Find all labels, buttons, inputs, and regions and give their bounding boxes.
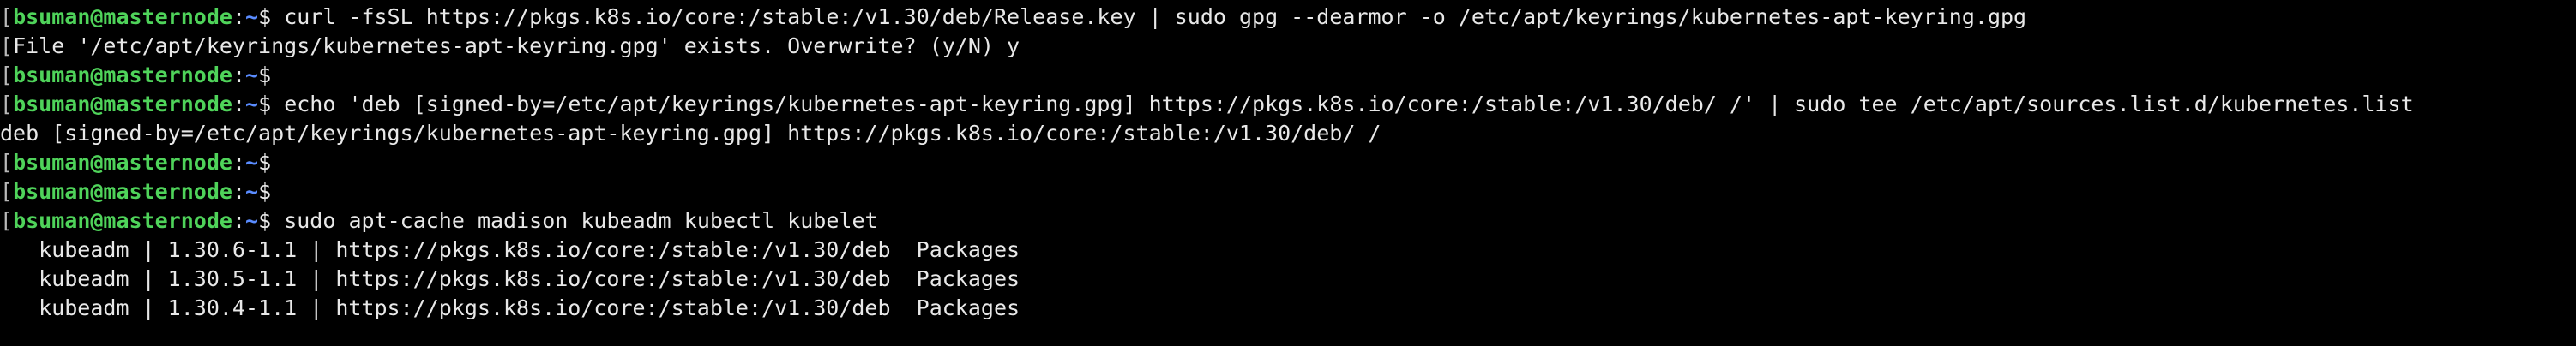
terminal-line-output: kubeadm | 1.30.5-1.1 | https://pkgs.k8s.… (0, 265, 2576, 294)
terminal-line-output: [File '/etc/apt/keyrings/kubernetes-apt-… (0, 32, 2576, 61)
terminal-line-prompt: [bsuman@masternode:~$ curl -fsSL https:/… (0, 3, 2576, 32)
prompt-user-host: bsuman@masternode (13, 208, 232, 233)
prompt-bracket: [ (0, 63, 14, 87)
prompt-bracket: [ (0, 179, 14, 204)
command-text: curl -fsSL https://pkgs.k8s.io/core:/sta… (284, 4, 2027, 29)
terminal-line-prompt: [bsuman@masternode:~$ echo 'deb [signed-… (0, 90, 2576, 119)
prompt-symbol: $ (258, 150, 272, 175)
prompt-separator: : (232, 63, 245, 87)
prompt-separator: : (232, 4, 245, 29)
prompt-symbol: $ (258, 63, 272, 87)
prompt-bracket: [ (0, 150, 14, 175)
prompt-user-host: bsuman@masternode (13, 63, 232, 87)
prompt-bracket: [ (0, 208, 14, 233)
prompt-user-host: bsuman@masternode (13, 150, 232, 175)
prompt-cwd: ~ (245, 208, 259, 233)
terminal-line-prompt: [bsuman@masternode:~$ sudo apt-cache mad… (0, 206, 2576, 236)
output-bracket: [ (0, 33, 14, 58)
prompt-bracket: [ (0, 4, 14, 29)
prompt-user-host: bsuman@masternode (13, 92, 232, 116)
prompt-separator: : (232, 208, 245, 233)
prompt-cwd: ~ (245, 92, 259, 116)
terminal-line-prompt: [bsuman@masternode:~$ (0, 61, 2576, 90)
prompt-user-host: bsuman@masternode (13, 4, 232, 29)
prompt-symbol: $ (258, 4, 272, 29)
output-text: kubeadm | 1.30.6-1.1 | https://pkgs.k8s.… (0, 237, 1020, 262)
command-text: echo 'deb [signed-by=/etc/apt/keyrings/k… (284, 92, 2414, 116)
terminal-line-output: deb [signed-by=/etc/apt/keyrings/kuberne… (0, 119, 2576, 148)
prompt-separator: : (232, 150, 245, 175)
output-text: deb [signed-by=/etc/apt/keyrings/kuberne… (0, 121, 1381, 146)
prompt-cwd: ~ (245, 150, 259, 175)
prompt-symbol: $ (258, 179, 272, 204)
output-text: kubeadm | 1.30.5-1.1 | https://pkgs.k8s.… (0, 266, 1020, 291)
terminal-line-prompt: [bsuman@masternode:~$ (0, 148, 2576, 177)
prompt-user-host: bsuman@masternode (13, 179, 232, 204)
terminal-line-output: kubeadm | 1.30.6-1.1 | https://pkgs.k8s.… (0, 236, 2576, 265)
prompt-symbol: $ (258, 208, 272, 233)
command-text: sudo apt-cache madison kubeadm kubectl k… (284, 208, 878, 233)
terminal-line-prompt: [bsuman@masternode:~$ (0, 177, 2576, 206)
prompt-symbol: $ (258, 92, 272, 116)
prompt-cwd: ~ (245, 4, 259, 29)
prompt-separator: : (232, 92, 245, 116)
terminal-window[interactable]: [bsuman@masternode:~$ curl -fsSL https:/… (0, 0, 2576, 346)
prompt-cwd: ~ (245, 63, 259, 87)
output-text: kubeadm | 1.30.4-1.1 | https://pkgs.k8s.… (0, 295, 1020, 320)
prompt-cwd: ~ (245, 179, 259, 204)
terminal-line-output: kubeadm | 1.30.4-1.1 | https://pkgs.k8s.… (0, 294, 2576, 323)
output-text: File '/etc/apt/keyrings/kubernetes-apt-k… (13, 33, 1020, 58)
prompt-bracket: [ (0, 92, 14, 116)
prompt-separator: : (232, 179, 245, 204)
